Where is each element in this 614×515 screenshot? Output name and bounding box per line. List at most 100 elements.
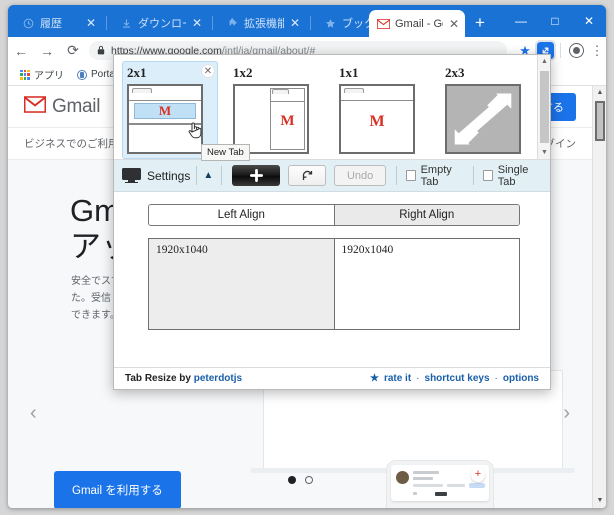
apps-grid-icon [20, 69, 30, 80]
layout-scrollbar-thumb[interactable] [540, 71, 549, 143]
carousel-dot-2[interactable] [304, 476, 313, 484]
empty-tab-checkbox[interactable] [405, 170, 416, 181]
settings-group[interactable]: Settings ▲ [114, 160, 221, 191]
tab-label: 拡張機能 [244, 18, 284, 30]
puzzle-icon [226, 17, 239, 30]
undo-button[interactable]: Undo [334, 165, 387, 186]
chevron-up-icon[interactable]: ▲ [203, 170, 213, 181]
scroll-down-arrow-icon[interactable]: ▼ [538, 146, 550, 159]
settings-panel: Left Align Right Align 1920x1040 1920x10… [114, 192, 550, 367]
business-link[interactable]: ビジネスでのご利用 [24, 136, 119, 151]
tab-label: ダウンロード [138, 18, 186, 30]
tab-separator [310, 16, 311, 30]
layout-name: 2x1 [127, 65, 147, 80]
left-align-button[interactable]: Left Align [149, 205, 334, 225]
refresh-button[interactable] [288, 165, 327, 186]
download-icon [120, 17, 133, 30]
footer-links: ★ rate it · shortcut keys · options [370, 373, 539, 384]
tab-label: Gmail - Goo [395, 17, 443, 30]
reload-button[interactable]: ⟳ [60, 38, 86, 64]
single-tab-checkbox[interactable] [483, 170, 493, 181]
separator-dot: · [494, 373, 498, 384]
layout-option-2x1[interactable]: 2x1 ✕ M New Tab [122, 61, 250, 161]
carousel-next-button[interactable]: › [563, 402, 570, 425]
phone-mockup: + [386, 460, 494, 508]
rate-it-link[interactable]: rate it [384, 373, 411, 384]
tab-label: 履歴 [40, 18, 62, 30]
right-align-button[interactable]: Right Align [333, 205, 519, 225]
minimize-button[interactable]: — [504, 5, 538, 37]
scroll-down-arrow-icon[interactable]: ▼ [593, 494, 606, 508]
page-scrollbar-thumb[interactable] [595, 101, 605, 141]
shortcut-keys-link[interactable]: shortcut keys [425, 373, 490, 384]
layout-thumbnail-1x1: M [339, 84, 415, 154]
empty-tab-label: Empty Tab [420, 163, 452, 188]
star-icon [324, 17, 337, 30]
gmail-m-glyph: M [280, 112, 295, 129]
gmail-logo[interactable]: Gmail [23, 95, 101, 118]
layout-tooltip: New Tab [201, 144, 250, 161]
tab-close-icon[interactable]: ✕ [86, 17, 96, 29]
bookmark-apps[interactable]: アプリ [16, 67, 68, 82]
separator-dot: · [416, 373, 420, 384]
extension-author[interactable]: peterdotjs [194, 373, 242, 384]
chrome-menu-icon[interactable]: ⋮ [588, 44, 606, 57]
tab-resize-popup: 2x1 ✕ M New Tab 1x2 M 1x1 M 2x3 ▲ ▼ Sett… [113, 54, 551, 390]
layout-scrollbar[interactable]: ▲ ▼ [537, 55, 550, 159]
page-scrollbar[interactable]: ▲ ▼ [592, 86, 606, 508]
add-layout-button[interactable] [232, 165, 281, 186]
tab-close-icon[interactable]: ✕ [192, 17, 202, 29]
settings-bar: Settings ▲ Undo Empty Tab Single Tab [114, 160, 550, 192]
tab-extensions[interactable]: 拡張機能 ✕ [218, 9, 306, 37]
layout-close-icon[interactable]: ✕ [201, 64, 215, 78]
tab-separator [212, 16, 213, 30]
layout-thumbnail-2x3 [445, 84, 521, 154]
carousel-dot-1[interactable] [287, 476, 296, 484]
tab-downloads[interactable]: ダウンロード ✕ [112, 9, 208, 37]
tab-close-icon[interactable]: ✕ [449, 18, 459, 30]
maximize-arrow-icon [454, 93, 512, 145]
window-controls: — □ ✕ [504, 5, 606, 37]
profile-avatar-icon[interactable] [569, 43, 584, 58]
layout-name: 1x2 [233, 65, 253, 80]
extension-title: Tab Resize by [125, 373, 191, 384]
resolution-cell-1[interactable]: 1920x1040 [149, 239, 335, 329]
history-icon [22, 17, 35, 30]
scroll-up-arrow-icon[interactable]: ▲ [538, 55, 550, 68]
layout-option-2x3[interactable]: 2x3 [440, 61, 536, 159]
gmail-m-glyph: M [369, 113, 385, 130]
gmail-icon [377, 17, 390, 30]
empty-tab-option[interactable]: Empty Tab [397, 160, 473, 191]
close-window-button[interactable]: ✕ [572, 5, 606, 37]
align-toggle-group: Left Align Right Align [148, 204, 520, 226]
tab-separator [106, 16, 107, 30]
layout-option-1x1[interactable]: 1x1 M [334, 61, 430, 159]
rate-star-icon: ★ [369, 373, 379, 384]
back-button[interactable]: ← [8, 38, 34, 64]
tab-close-icon[interactable]: ✕ [290, 17, 300, 29]
layout-name: 1x1 [339, 65, 359, 80]
divider [196, 166, 198, 185]
extension-credit: Tab Resize by peterdotjs [125, 373, 242, 384]
new-tab-button[interactable]: + [470, 13, 490, 33]
carousel-prev-button[interactable]: ‹ [30, 402, 37, 425]
layout-list: 2x1 ✕ M New Tab 1x2 M 1x1 M 2x3 ▲ ▼ [114, 55, 550, 161]
maximize-button[interactable]: □ [538, 5, 572, 37]
options-link[interactable]: options [503, 373, 539, 384]
single-tab-option[interactable]: Single Tab [474, 160, 550, 191]
tab-history[interactable]: 履歴 ✕ [14, 9, 102, 37]
forward-button[interactable]: → [34, 38, 60, 64]
browser-window: 履歴 ✕ ダウンロード ✕ 拡張機能 ✕ ブックマーク ✕ [8, 5, 606, 508]
toolbar-divider [560, 43, 561, 58]
tab-gmail[interactable]: Gmail - Goo ✕ [369, 10, 465, 37]
resolution-cell-2[interactable]: 1920x1040 [334, 239, 519, 329]
gmail-wordmark: Gmail [52, 95, 101, 117]
carousel-dots [8, 476, 592, 484]
hand-pointer-cursor [187, 120, 203, 140]
bookmark-label: アプリ [34, 71, 64, 82]
lock-icon [97, 45, 105, 57]
single-tab-label: Single Tab [497, 163, 529, 188]
scroll-up-arrow-icon[interactable]: ▲ [593, 86, 606, 100]
monitor-icon [122, 168, 141, 184]
layout-name: 2x3 [445, 65, 465, 80]
